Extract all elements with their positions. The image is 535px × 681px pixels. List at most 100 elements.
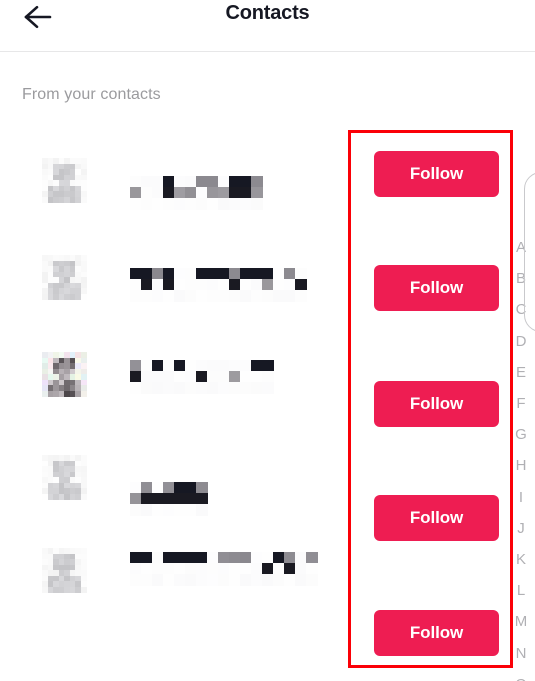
name-pixel — [262, 574, 274, 586]
name-pixel — [284, 574, 296, 586]
name-pixel — [130, 198, 142, 210]
alphabet-index-letter[interactable]: K — [512, 552, 530, 567]
name-pixel — [218, 290, 230, 302]
name-pixel — [229, 382, 241, 394]
name-pixel — [229, 290, 241, 302]
avatar[interactable] — [42, 548, 87, 593]
name-pixel — [196, 574, 208, 586]
name-pixel — [185, 382, 197, 394]
name-pixel — [207, 574, 219, 586]
alphabet-index-letter[interactable]: M — [512, 614, 530, 629]
alphabet-index-letter[interactable]: L — [512, 583, 530, 598]
name-pixel — [240, 279, 252, 291]
follow-button[interactable]: Follow — [374, 495, 499, 541]
alphabet-index-letter[interactable]: I — [512, 490, 530, 505]
name-pixel — [163, 552, 175, 564]
name-pixel — [130, 279, 142, 291]
name-pixel — [163, 198, 175, 210]
name-pixel — [174, 552, 186, 564]
alphabet-index-letter[interactable]: N — [512, 646, 530, 661]
alphabet-index-letter[interactable]: F — [512, 396, 530, 411]
name-pixel — [185, 187, 197, 199]
follow-button[interactable]: Follow — [374, 381, 499, 427]
name-pixel — [152, 360, 164, 372]
avatar-pixel — [80, 586, 87, 593]
name-pixel — [141, 198, 153, 210]
name-pixel — [251, 176, 263, 188]
name-pixel — [273, 290, 285, 302]
name-pixel — [141, 482, 153, 494]
name-pixel — [196, 198, 208, 210]
name-pixel — [130, 552, 142, 564]
name-pixel — [163, 268, 175, 280]
name-pixel — [174, 360, 186, 372]
name-pixel — [262, 552, 274, 564]
avatar[interactable] — [42, 455, 87, 500]
name-pixel — [207, 563, 219, 575]
follow-button[interactable]: Follow — [374, 610, 499, 656]
contact-row[interactable] — [0, 150, 348, 242]
name-pixel — [229, 279, 241, 291]
name-pixel — [152, 290, 164, 302]
avatar[interactable] — [42, 255, 87, 300]
name-pixel — [251, 279, 263, 291]
follow-button[interactable]: Follow — [374, 265, 499, 311]
name-pixel — [163, 360, 175, 372]
name-pixel — [130, 268, 142, 280]
alphabet-index-letter[interactable]: E — [512, 365, 530, 380]
name-pixel — [196, 187, 208, 199]
name-pixel — [295, 563, 307, 575]
name-pixel — [163, 290, 175, 302]
name-pixel — [130, 504, 142, 516]
name-pixel — [174, 371, 186, 383]
name-pixel — [229, 360, 241, 372]
name-pixel — [273, 574, 285, 586]
name-pixel — [196, 371, 208, 383]
scroll-indicator-pill[interactable] — [524, 172, 535, 332]
contact-name — [130, 268, 307, 302]
name-pixel — [185, 268, 197, 280]
avatar-pixel — [80, 293, 87, 300]
name-pixel — [196, 279, 208, 291]
name-pixel — [240, 360, 252, 372]
name-pixel — [185, 290, 197, 302]
avatar-pixel — [80, 493, 87, 500]
name-pixel — [185, 493, 197, 505]
name-pixel — [152, 552, 164, 564]
contact-row[interactable] — [0, 345, 348, 437]
alphabet-index-letter[interactable]: O — [512, 677, 530, 681]
name-pixel — [273, 563, 285, 575]
name-pixel — [262, 290, 274, 302]
name-pixel — [185, 198, 197, 210]
name-pixel — [218, 382, 230, 394]
avatar[interactable] — [42, 158, 87, 203]
name-pixel — [218, 371, 230, 383]
avatar[interactable] — [42, 352, 87, 397]
name-pixel — [152, 371, 164, 383]
alphabet-index-letter[interactable]: H — [512, 458, 530, 473]
contact-row[interactable] — [0, 452, 348, 544]
name-pixel — [130, 371, 142, 383]
name-pixel — [251, 563, 263, 575]
name-pixel — [218, 574, 230, 586]
avatar-pixel — [80, 390, 87, 397]
name-pixel — [185, 574, 197, 586]
name-pixel — [196, 552, 208, 564]
name-pixel — [196, 382, 208, 394]
alphabet-index-letter[interactable]: D — [512, 334, 530, 349]
alphabet-index-letter[interactable]: J — [512, 521, 530, 536]
name-pixel — [207, 360, 219, 372]
name-pixel — [240, 552, 252, 564]
name-pixel — [273, 279, 285, 291]
name-pixel — [174, 176, 186, 188]
name-pixel — [218, 187, 230, 199]
alphabet-index-letter[interactable]: G — [512, 427, 530, 442]
name-pixel — [130, 574, 142, 586]
follow-button[interactable]: Follow — [374, 151, 499, 197]
name-pixel — [185, 176, 197, 188]
contact-row[interactable] — [0, 540, 348, 632]
page-title: Contacts — [225, 2, 310, 24]
name-pixel — [130, 563, 142, 575]
name-pixel — [218, 268, 230, 280]
contact-row[interactable] — [0, 248, 348, 340]
